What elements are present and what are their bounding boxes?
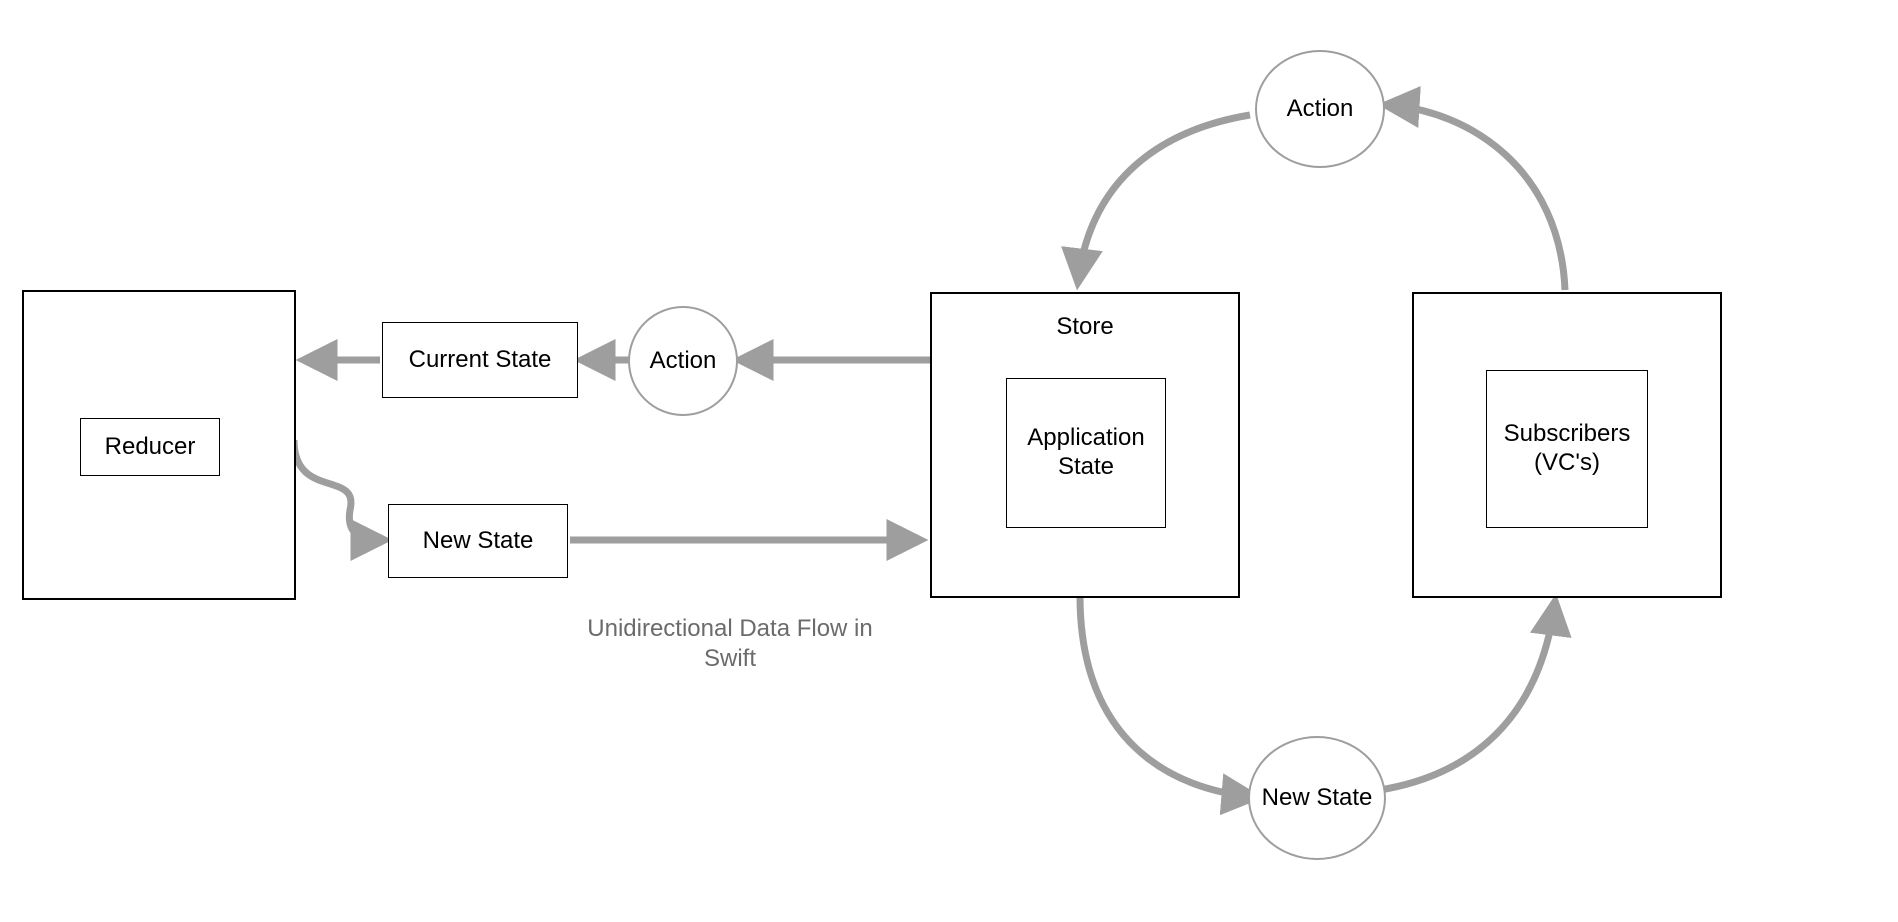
subscribers-label: Subscribers (VC's) xyxy=(1487,416,1647,482)
reducer-box: Reducer xyxy=(80,418,220,476)
arrow-subscribers-to-action-circle xyxy=(1386,105,1565,290)
application-state-label: Application State xyxy=(1008,420,1164,486)
arrow-reducer-to-newstate xyxy=(294,440,384,540)
subscribers-box: Subscribers (VC's) xyxy=(1486,370,1648,528)
arrow-store-to-newstate-circle xyxy=(1080,596,1255,797)
new-state-bottom-label: New State xyxy=(1254,780,1381,817)
new-state-left-box: New State xyxy=(388,504,568,578)
action-left-circle: Action xyxy=(628,306,738,416)
reducer-label: Reducer xyxy=(97,429,204,466)
diagram-caption: Unidirectional Data Flow in Swift xyxy=(570,614,890,674)
arrow-action-circle-to-store xyxy=(1078,115,1250,282)
current-state-box: Current State xyxy=(382,322,578,398)
action-left-label: Action xyxy=(642,343,725,380)
new-state-bottom-circle: New State xyxy=(1248,736,1386,860)
action-top-label: Action xyxy=(1279,91,1362,128)
new-state-left-label: New State xyxy=(415,523,542,560)
diagram-canvas: Reducer Current State New State Action S… xyxy=(0,0,1898,922)
store-title: Store xyxy=(930,312,1240,342)
arrow-newstate-circle-to-subscribers xyxy=(1380,602,1555,790)
application-state-box: Application State xyxy=(1006,378,1166,528)
action-top-circle: Action xyxy=(1255,50,1385,168)
current-state-label: Current State xyxy=(401,342,560,379)
